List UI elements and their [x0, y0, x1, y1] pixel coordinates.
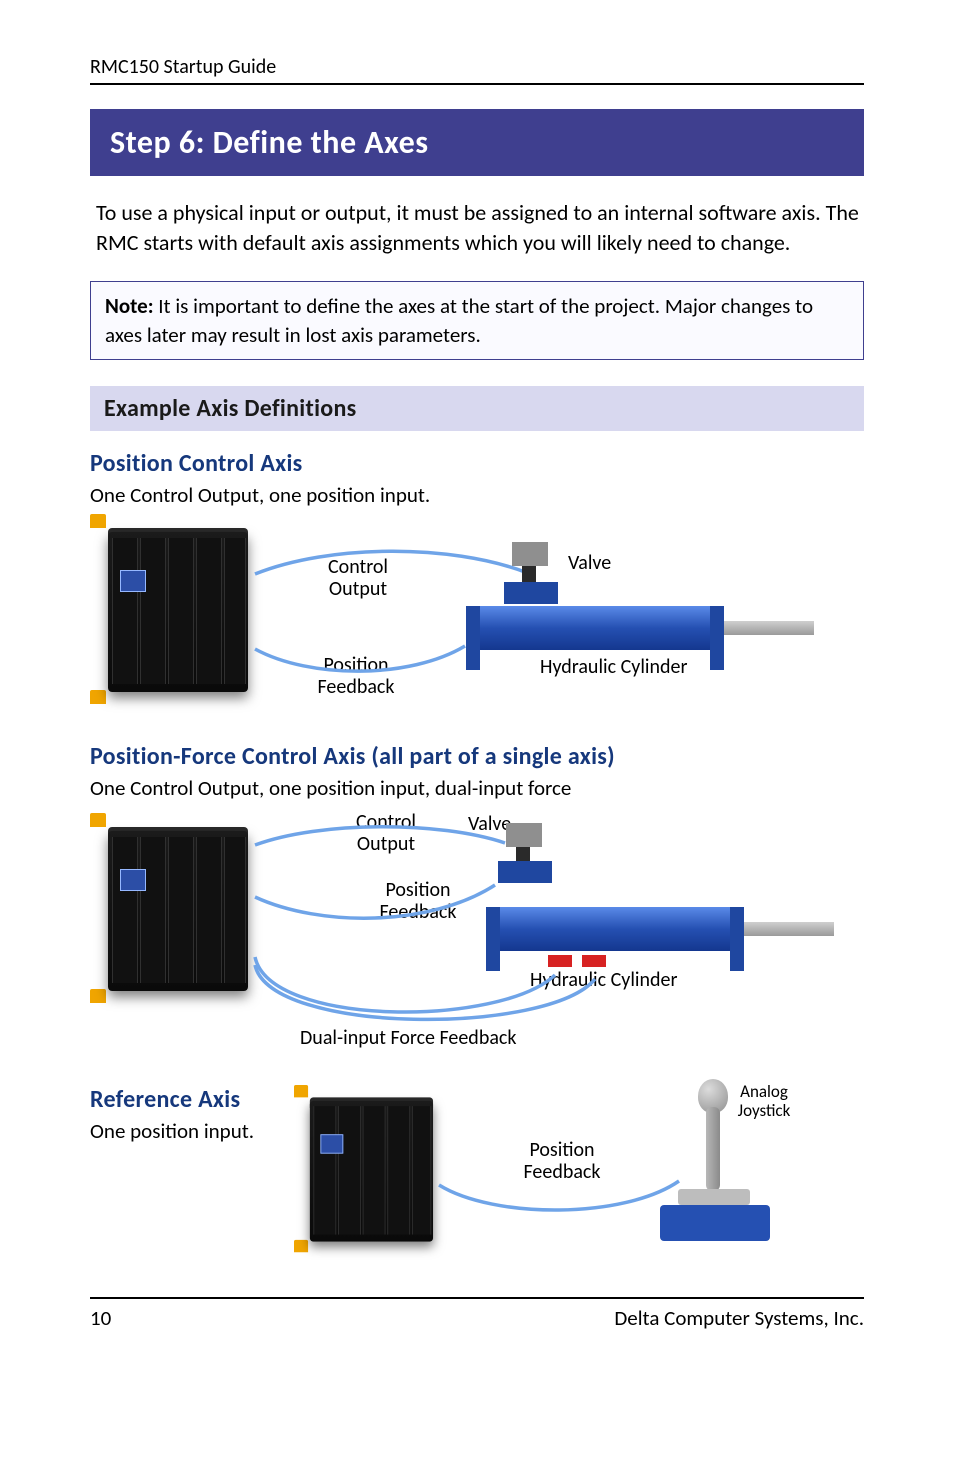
hydraulic-cylinder-label: Hydraulic Cylinder [530, 969, 677, 991]
position-feedback-label: Position Feedback [308, 654, 404, 698]
note-text: It is important to define the axes at th… [105, 293, 813, 347]
valve-base-icon [498, 861, 552, 883]
joystick-plate-icon [678, 1189, 750, 1205]
page-footer: 10 Delta Computer Systems, Inc. [90, 1297, 864, 1331]
dual-force-port-icon [548, 953, 608, 965]
valve-cap-icon [512, 542, 548, 566]
hydraulic-cylinder-label: Hydraulic Cylinder [540, 656, 687, 678]
controller-device-icon [90, 813, 260, 1003]
reference-axis-diagram: Position Feedback Analog Joystick [294, 1085, 864, 1255]
intro-paragraph: To use a physical input or output, it mu… [96, 198, 864, 257]
position-axis-title: Position Control Axis [90, 449, 864, 478]
reference-axis-title: Reference Axis [90, 1085, 290, 1114]
note-box: Note: It is important to define the axes… [90, 281, 864, 360]
cylinder-end-right-icon [710, 606, 724, 670]
cylinder-end-right-icon [730, 907, 744, 971]
joystick-label: Analog Joystick [729, 1083, 799, 1120]
reference-axis-desc: One position input. [90, 1118, 290, 1144]
cylinder-body-icon [470, 606, 720, 650]
running-head: RMC150 Startup Guide [90, 55, 864, 85]
note-label: Note: [105, 293, 154, 319]
position-force-axis-desc: One Control Output, one position input, … [90, 775, 864, 801]
valve-label: Valve [468, 813, 511, 835]
cylinder-end-left-icon [466, 606, 480, 670]
position-axis-diagram: Control Output Valve Position Feedback H… [90, 514, 864, 724]
control-output-label: Control Output [318, 556, 398, 600]
cylinder-rod-icon [744, 922, 834, 936]
cylinder-rod-icon [724, 621, 814, 635]
cylinder-end-left-icon [486, 907, 500, 971]
valve-label: Valve [568, 552, 611, 574]
control-output-label: Control Output [346, 811, 426, 855]
valve-cap-icon [506, 823, 542, 847]
joystick-stick-icon [706, 1107, 720, 1191]
valve-base-icon [504, 582, 558, 604]
controller-device-icon [90, 514, 260, 704]
controller-device-icon [294, 1085, 444, 1252]
cylinder-body-icon [490, 907, 740, 951]
example-heading: Example Axis Definitions [90, 386, 864, 431]
position-force-axis-diagram: Control Output Valve Position Feedback H… [90, 807, 864, 1067]
page-number: 10 [90, 1305, 111, 1331]
position-force-axis-title: Position-Force Control Axis (all part of… [90, 742, 864, 771]
step-title-banner: Step 6: Define the Axes [90, 109, 864, 176]
valve-stem-icon [522, 564, 536, 584]
position-feedback-label: Position Feedback [514, 1139, 610, 1183]
position-feedback-label: Position Feedback [370, 879, 466, 923]
footer-company: Delta Computer Systems, Inc. [614, 1305, 864, 1331]
position-axis-desc: One Control Output, one position input. [90, 482, 864, 508]
dual-force-label: Dual-input Force Feedback [300, 1027, 516, 1049]
joystick-base-icon [660, 1205, 770, 1241]
